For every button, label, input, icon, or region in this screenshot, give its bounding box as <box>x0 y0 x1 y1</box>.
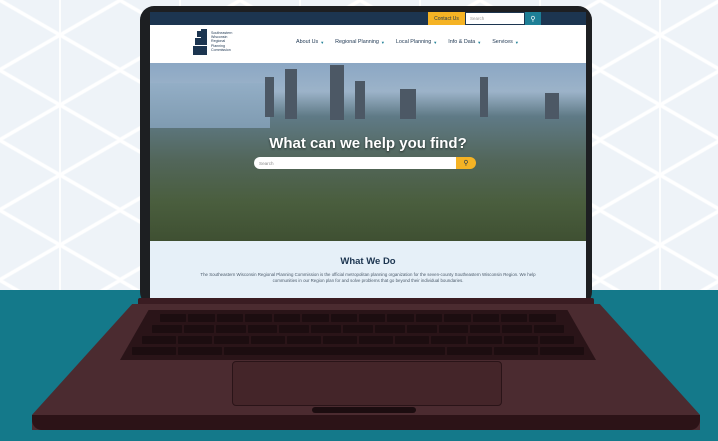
logo-text: Southeastern Wisconsin Regional Planning… <box>211 31 233 52</box>
key-row <box>160 314 556 322</box>
contact-us-button[interactable]: Contact Us <box>428 12 465 25</box>
logo-mark <box>195 38 207 45</box>
logo-mark <box>201 29 207 38</box>
search-icon: ⚲ <box>463 160 469 167</box>
nav-item-services[interactable]: Services ▼ <box>492 39 519 45</box>
hero-building <box>480 77 488 117</box>
site-header: Southeastern Wisconsin Regional Planning… <box>150 25 586 63</box>
hero-search-button[interactable]: ⚲ <box>456 157 476 169</box>
hero-banner: What can we help you find? Search ⚲ <box>150 63 586 241</box>
chevron-down-icon: ▼ <box>433 39 438 45</box>
key-row <box>142 336 575 344</box>
chevron-down-icon: ▼ <box>320 39 325 45</box>
nav-item-about-us[interactable]: About Us ▼ <box>296 39 324 45</box>
site-logo[interactable]: Southeastern Wisconsin Regional Planning… <box>193 29 253 59</box>
laptop-notch <box>312 407 416 413</box>
search-icon: ⚲ <box>530 15 536 23</box>
chevron-down-icon: ▼ <box>477 39 482 45</box>
top-search-input[interactable]: Search <box>466 13 524 24</box>
nav-item-regional-planning[interactable]: Regional Planning ▼ <box>335 39 385 45</box>
hero-building <box>330 65 344 120</box>
utility-bar: Contact Us Search ⚲ <box>150 12 586 25</box>
chevron-down-icon: ▼ <box>514 39 519 45</box>
hero-building <box>355 81 365 119</box>
what-we-do-section: What We Do The Southeastern Wisconsin Re… <box>150 241 586 298</box>
hero-building <box>545 93 559 119</box>
chevron-down-icon: ▼ <box>380 39 385 45</box>
hero-building <box>285 69 297 119</box>
hero-building <box>400 89 416 119</box>
laptop-trackpad <box>232 361 502 406</box>
hero-search-input[interactable]: Search <box>254 157 456 169</box>
laptop-base-edge <box>32 415 700 430</box>
top-search-button[interactable]: ⚲ <box>525 12 541 25</box>
main-nav: About Us ▼ Regional Planning ▼ Local Plann… <box>296 39 519 45</box>
what-we-do-text: The Southeastern Wisconsin Regional Plan… <box>200 272 536 284</box>
nav-item-info-data[interactable]: Info & Data ▼ <box>448 39 481 45</box>
hero-building <box>265 77 274 117</box>
laptop-keyboard <box>120 310 596 360</box>
key-row <box>132 347 585 355</box>
what-we-do-title: What We Do <box>340 256 396 267</box>
nav-item-local-planning[interactable]: Local Planning ▼ <box>396 39 437 45</box>
logo-mark <box>193 46 207 55</box>
hero-title: What can we help you find? <box>269 135 467 152</box>
laptop-screen: Contact Us Search ⚲ Southeastern Wiscons… <box>150 12 586 298</box>
hero-lake <box>150 83 270 128</box>
key-row <box>152 325 564 333</box>
